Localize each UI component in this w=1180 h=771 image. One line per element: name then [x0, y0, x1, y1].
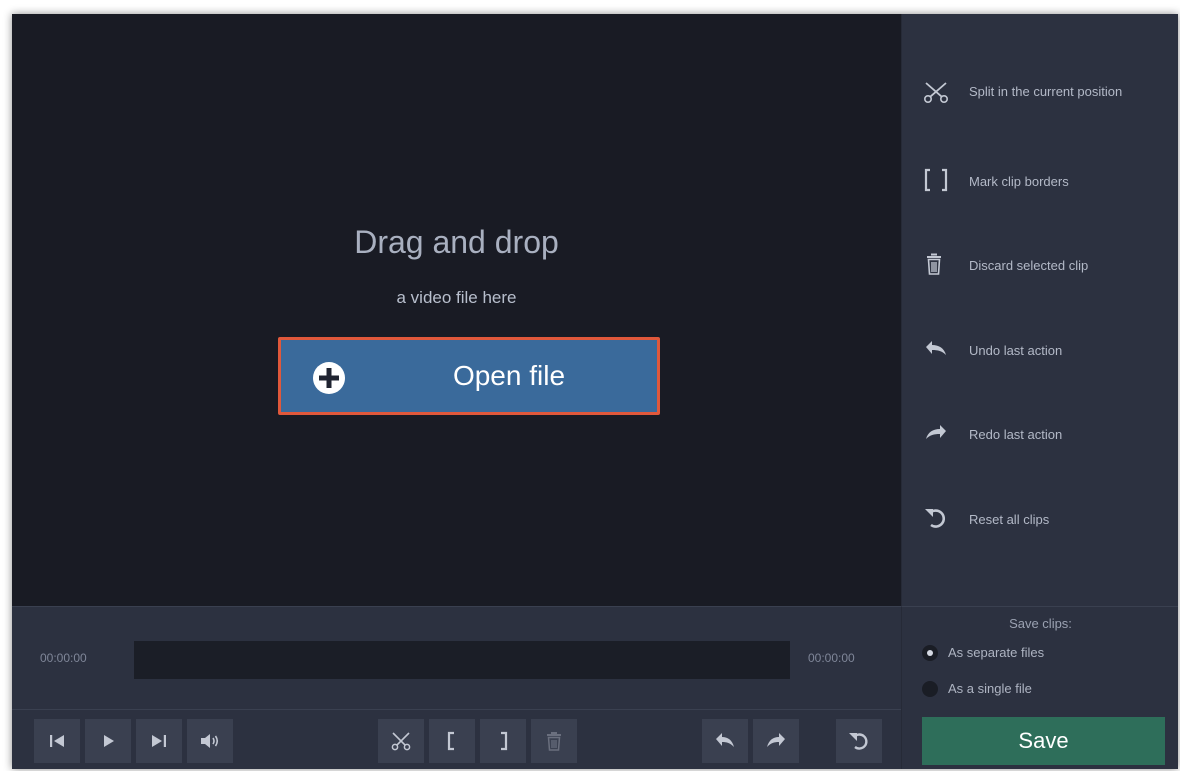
reset-button[interactable]: [836, 719, 882, 763]
radio-label: As a single file: [948, 681, 1032, 696]
save-button[interactable]: Save: [922, 717, 1165, 765]
left-bracket-icon: [447, 731, 454, 751]
undo-icon: [716, 733, 734, 747]
mark-end-button[interactable]: [480, 719, 526, 763]
undo-icon: [926, 341, 946, 355]
redo-icon: [767, 733, 785, 747]
sidebar-item-label: Redo last action: [969, 427, 1063, 442]
radio-separate-files[interactable]: As separate files: [922, 643, 1162, 663]
app-window: Drag and drop a video file here Open fil…: [12, 14, 1178, 769]
play-button[interactable]: [85, 719, 131, 763]
drop-zone[interactable]: Drag and drop a video file here Open fil…: [12, 14, 901, 606]
sidebar-item-split[interactable]: Split in the current position: [902, 72, 1178, 112]
plus-circle-icon: [313, 362, 345, 394]
skip-back-icon: [50, 735, 64, 747]
timeline-track[interactable]: [134, 641, 790, 679]
go-to-start-button[interactable]: [34, 719, 80, 763]
actions-sidebar: Split in the current position Mark clip …: [901, 14, 1178, 606]
brackets-icon: [924, 168, 948, 192]
radio-single-file[interactable]: As a single file: [922, 679, 1162, 699]
sidebar-item-label: Mark clip borders: [969, 174, 1069, 189]
radio-label: As separate files: [948, 645, 1045, 660]
redo-icon: [926, 425, 946, 439]
open-file-label: Open file: [452, 360, 566, 391]
volume-icon: [201, 734, 219, 748]
sidebar-item-mark-borders[interactable]: Mark clip borders: [902, 160, 1178, 200]
right-bracket-icon: [501, 731, 508, 751]
sidebar-item-undo[interactable]: Undo last action: [902, 329, 1178, 369]
sidebar-item-reset[interactable]: Reset all clips: [902, 498, 1178, 538]
end-time: 00:00:00: [808, 651, 855, 665]
timeline-panel: 00:00:00 00:00:00: [12, 606, 901, 769]
trash-icon: [927, 253, 941, 275]
open-file-button[interactable]: Open file: [278, 337, 660, 415]
volume-button[interactable]: [187, 719, 233, 763]
reset-icon: [849, 733, 868, 750]
sidebar-item-label: Undo last action: [969, 343, 1063, 358]
sidebar-item-discard[interactable]: Discard selected clip: [902, 244, 1178, 284]
radio-selected-indicator: [922, 645, 938, 661]
sidebar-item-label: Discard selected clip: [969, 258, 1089, 273]
save-heading: Save clips:: [1009, 616, 1072, 631]
undo-button[interactable]: [702, 719, 748, 763]
drop-title: Drag and drop: [354, 224, 559, 260]
split-button[interactable]: [378, 719, 424, 763]
sidebar-item-label: Reset all clips: [969, 512, 1050, 527]
play-icon: [104, 735, 114, 747]
save-panel: Save clips: As separate files As a singl…: [901, 606, 1178, 769]
go-to-end-button[interactable]: [136, 719, 182, 763]
trash-icon: [547, 732, 561, 751]
scissors-icon: [391, 732, 411, 751]
reset-icon: [925, 509, 946, 528]
mark-start-button[interactable]: [429, 719, 475, 763]
radio-indicator: [922, 681, 938, 697]
divider: [12, 709, 901, 710]
delete-clip-button[interactable]: [531, 719, 577, 763]
redo-button[interactable]: [753, 719, 799, 763]
sidebar-item-redo[interactable]: Redo last action: [902, 413, 1178, 453]
sidebar-item-label: Split in the current position: [969, 84, 1123, 99]
drop-subtitle: a video file here: [396, 288, 517, 307]
start-time: 00:00:00: [40, 651, 87, 665]
skip-forward-icon: [152, 735, 166, 747]
scissors-icon: [923, 82, 948, 103]
